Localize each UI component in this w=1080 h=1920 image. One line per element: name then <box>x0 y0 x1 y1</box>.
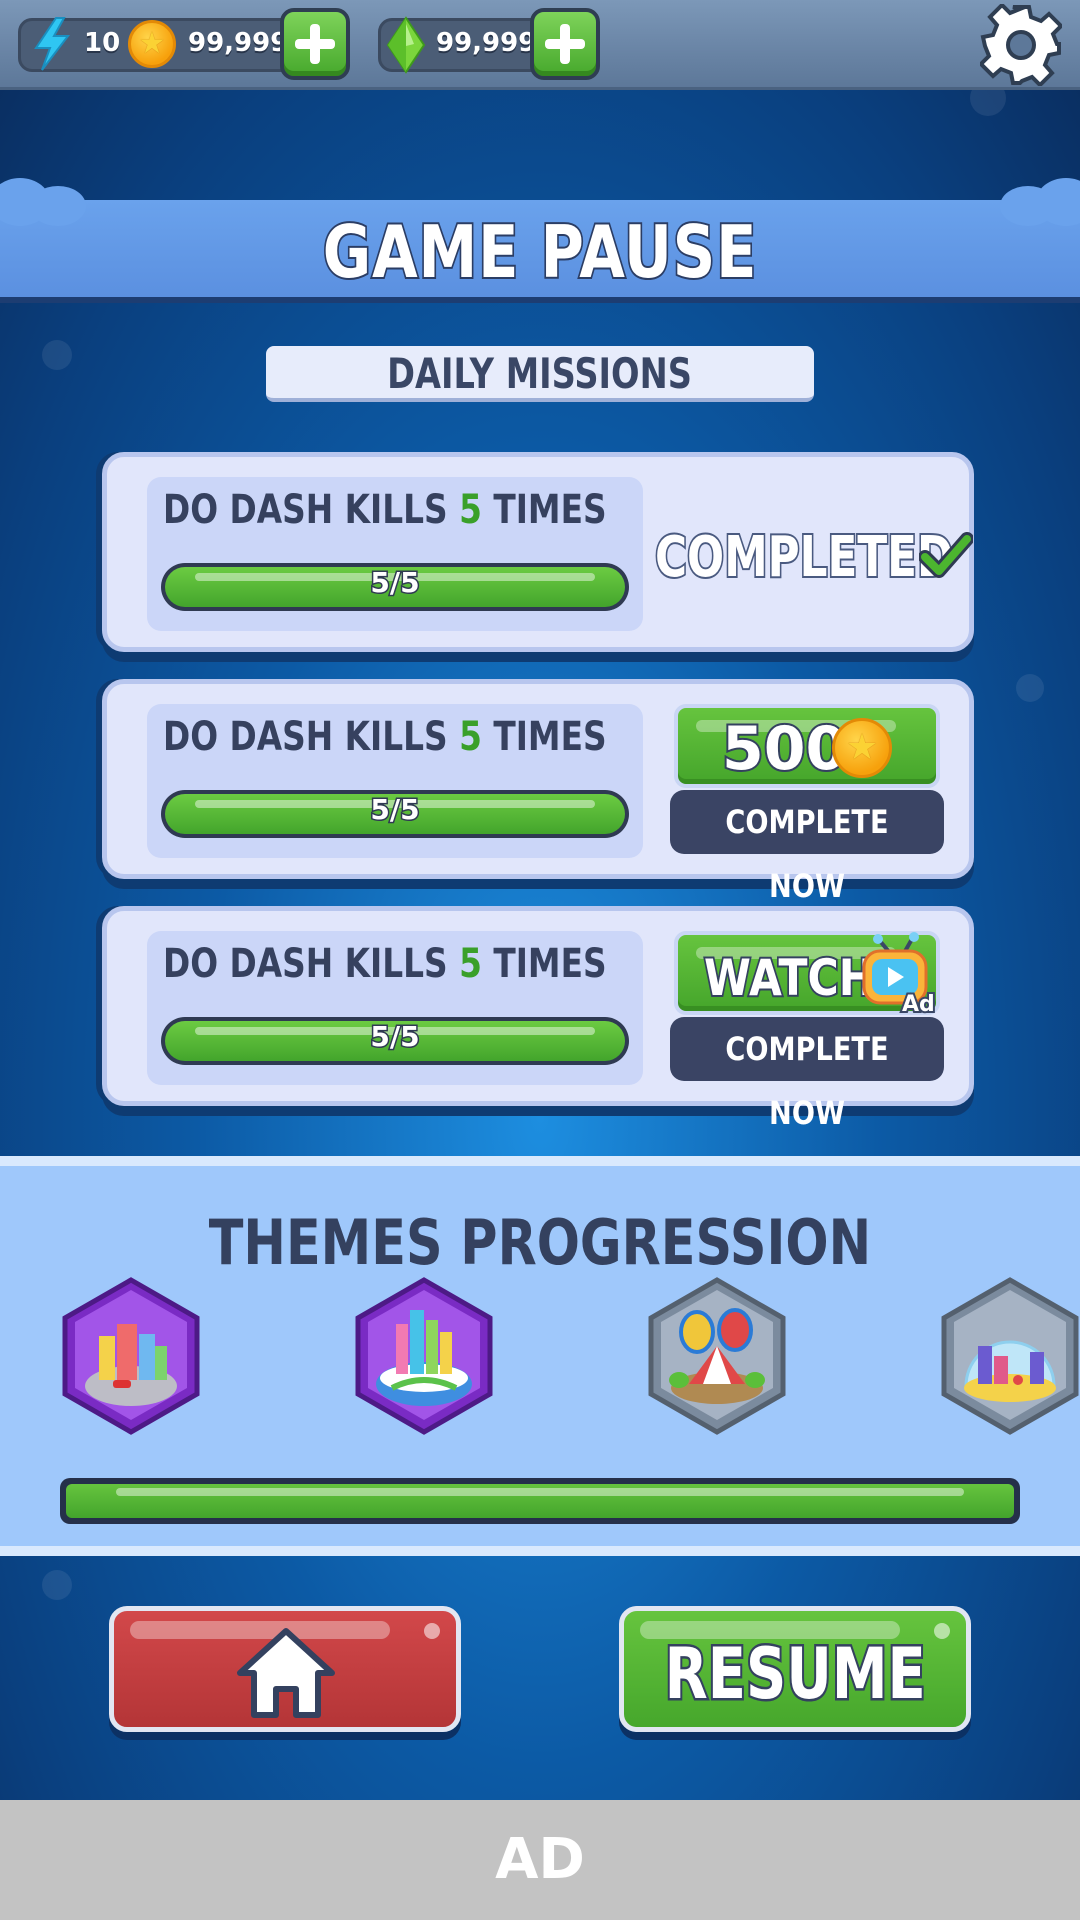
home-icon <box>237 1628 335 1718</box>
beach-theme-icon[interactable] <box>938 1276 1080 1436</box>
ad-banner: AD <box>0 1800 1080 1920</box>
page-title: GAME PAUSE <box>321 208 758 296</box>
watch-ad-button[interactable]: WATCH Ad <box>674 931 940 1017</box>
ad-badge: Ad <box>902 992 935 1017</box>
completed-status: COMPLETED <box>653 523 954 592</box>
cloud-decoration <box>30 186 86 226</box>
tv-ad-icon: Ad <box>862 932 937 1017</box>
resume-label: RESUME <box>662 1631 927 1718</box>
themes-progress-fill <box>66 1484 1014 1518</box>
bubble-decoration <box>42 340 72 370</box>
mission-card: DO DASH KILLS 5 TIMES 5/5 COMPLETED <box>102 452 974 652</box>
themes-progress-bar <box>60 1478 1020 1524</box>
mission-progress-bar: 5/5 <box>161 1017 629 1065</box>
watch-label: WATCH <box>702 947 876 1009</box>
lightning-icon <box>34 17 71 71</box>
circus-theme-icon[interactable] <box>645 1276 789 1436</box>
complete-now-button[interactable]: COMPLETE NOW <box>670 790 944 905</box>
daily-missions-label: DAILY MISSIONS <box>266 346 814 402</box>
gem-count: 99,999 <box>436 28 537 58</box>
gem-icon <box>386 16 426 74</box>
coin-count: 99,999 <box>188 28 289 58</box>
themes-progression-panel: THEMES PROGRESSION <box>0 1156 1080 1556</box>
resume-button[interactable]: RESUME <box>619 1606 971 1732</box>
coin-icon: ★ <box>832 718 892 778</box>
mission-progress-bar: 5/5 <box>161 563 629 611</box>
complete-now-button[interactable]: COMPLETE NOW <box>670 1017 944 1132</box>
bubble-decoration <box>42 1570 72 1600</box>
mission-info: DO DASH KILLS 5 TIMES 5/5 <box>147 704 643 858</box>
mission-label: DO DASH KILLS 5 TIMES <box>163 714 607 760</box>
mission-info: DO DASH KILLS 5 TIMES 5/5 <box>147 931 643 1085</box>
mission-progress-bar: 5/5 <box>161 790 629 838</box>
add-gems-button[interactable] <box>530 8 600 80</box>
top-bar: 10 ★ 99,999 99,999 <box>0 0 1080 90</box>
bubble-decoration <box>1016 674 1044 702</box>
reward-amount: 500 <box>720 712 849 786</box>
mission-label: DO DASH KILLS 5 TIMES <box>163 941 607 987</box>
energy-count: 10 <box>84 28 121 58</box>
gear-icon[interactable] <box>980 4 1062 86</box>
home-button[interactable] <box>109 1606 461 1732</box>
sky-city-theme-icon[interactable] <box>352 1276 496 1436</box>
coin-icon: ★ <box>128 20 176 68</box>
checkmark-icon <box>919 532 973 578</box>
city-theme-icon[interactable] <box>59 1276 203 1436</box>
mission-card: DO DASH KILLS 5 TIMES 5/5 WATCH Ad COMPL… <box>102 906 974 1132</box>
mission-progress-text: 5/5 <box>369 1019 421 1055</box>
mission-progress-text: 5/5 <box>369 792 421 828</box>
mission-card: DO DASH KILLS 5 TIMES 5/5 500 ★ COMPLETE… <box>102 679 974 905</box>
mission-progress-text: 5/5 <box>369 565 421 601</box>
mission-info: DO DASH KILLS 5 TIMES 5/5 <box>147 477 643 631</box>
add-coins-button[interactable] <box>280 8 350 80</box>
mission-label: DO DASH KILLS 5 TIMES <box>163 487 607 533</box>
themes-title: THEMES PROGRESSION <box>208 1206 872 1279</box>
claim-reward-button[interactable]: 500 ★ <box>674 704 940 788</box>
